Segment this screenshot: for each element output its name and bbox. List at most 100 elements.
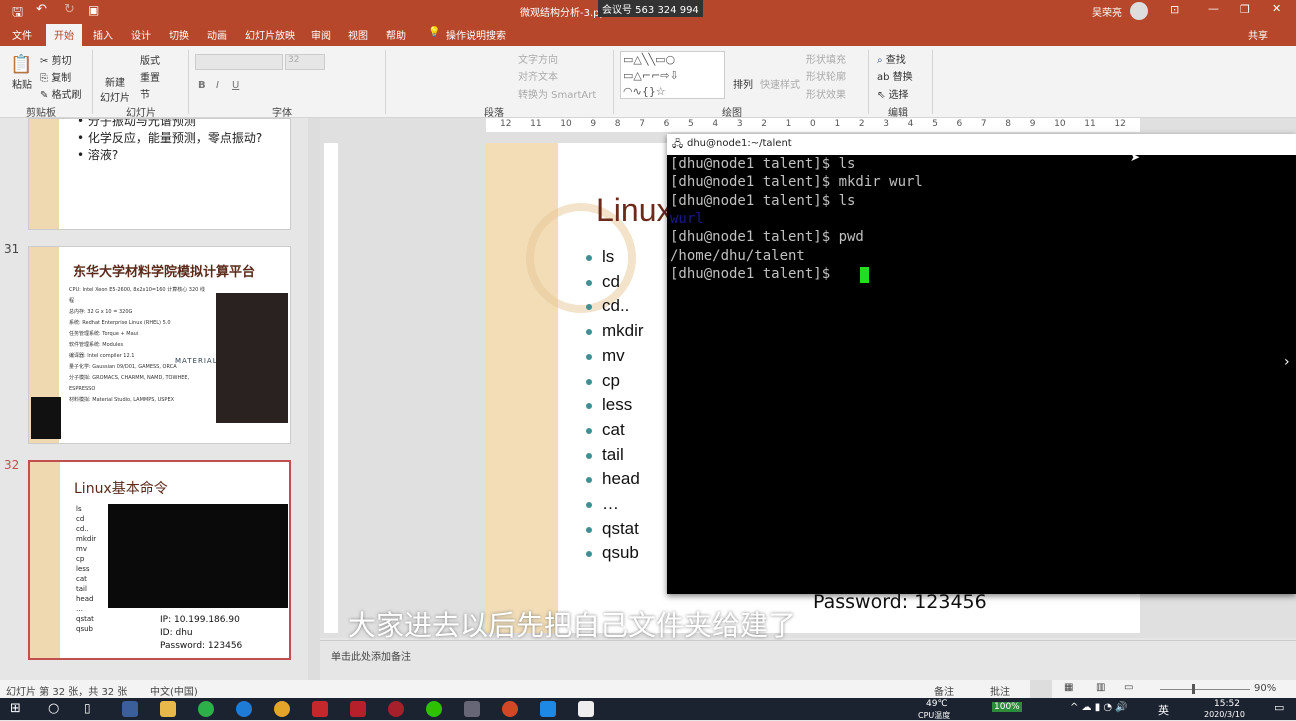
ime-indicator[interactable]: 英 xyxy=(1158,702,1169,718)
password-text[interactable]: Password: 123456 xyxy=(813,591,987,613)
chrome-icon[interactable] xyxy=(274,701,290,717)
slide-thumbnail-32-selected[interactable]: Linux基本命令 ls cd cd.. mkdir mv cp less cat tail he… xyxy=(28,460,291,660)
slide-bullet[interactable]: cd xyxy=(586,272,620,292)
italic-button[interactable]: I xyxy=(216,80,219,91)
underline-button[interactable]: U xyxy=(232,80,239,91)
tab-transitions[interactable]: 切换 xyxy=(169,27,189,42)
shape-fill-button[interactable]: 形状填充 xyxy=(806,51,846,66)
close-button[interactable]: ✕ xyxy=(1272,2,1281,15)
cut-button[interactable]: ✂ 剪切 xyxy=(40,52,72,67)
share-button[interactable]: 共享 xyxy=(1248,27,1268,42)
slideshow-button[interactable]: ▭ xyxy=(1124,682,1133,693)
arrange-button[interactable]: 排列 xyxy=(733,76,753,91)
slide-bullet[interactable]: qstat xyxy=(586,519,639,539)
slide-thumbnail-30[interactable]: • 分子振动与光谱预测 • 化学反应，能量预测，零点振动? • 溶液? xyxy=(28,118,291,230)
slide-sorter-button[interactable]: ▦ xyxy=(1064,682,1073,693)
slide-bullet[interactable]: mv xyxy=(586,346,625,366)
slide-bullet[interactable]: ls xyxy=(585,247,614,267)
search-icon[interactable]: ○ xyxy=(48,701,59,716)
comments-button[interactable]: 批注 xyxy=(990,683,1010,698)
shape-effects-button[interactable]: 形状效果 xyxy=(806,86,846,101)
select-button[interactable]: ⇖ 选择 xyxy=(877,86,909,101)
notes-placeholder[interactable]: 单击此处添加备注 xyxy=(331,648,411,663)
wechat-icon[interactable] xyxy=(426,701,442,717)
slide-bullet[interactable]: cd.. xyxy=(585,296,629,316)
avatar[interactable] xyxy=(1130,2,1148,20)
align-text-button[interactable]: 对齐文本 xyxy=(518,68,558,83)
shape-outline-button[interactable]: 形状轮廓 xyxy=(806,68,846,83)
ribbon-display-icon[interactable]: ⊡ xyxy=(1170,3,1179,16)
tell-me-search[interactable]: 操作说明搜索 xyxy=(446,27,506,42)
new-slide-button[interactable]: 新建 幻灯片 xyxy=(100,74,130,104)
reading-view-button[interactable]: ▥ xyxy=(1096,682,1105,693)
thumbnail-scrollbar[interactable] xyxy=(308,118,320,680)
network-app-icon[interactable] xyxy=(122,701,138,717)
replace-button[interactable]: ab 替换 xyxy=(877,68,913,83)
powerpoint-icon[interactable] xyxy=(502,701,518,717)
language[interactable]: 中文(中国) xyxy=(150,683,198,698)
maximize-button[interactable]: ❐ xyxy=(1240,3,1250,16)
notes-pane[interactable]: 单击此处添加备注 xyxy=(320,640,1296,672)
tab-home[interactable]: 开始 xyxy=(46,24,82,46)
notes-button[interactable]: 备注 xyxy=(934,683,954,698)
undo-icon[interactable]: ↶ xyxy=(36,2,47,17)
battery-indicator[interactable]: 100% xyxy=(992,702,1022,712)
shapes-gallery[interactable]: ▭△╲╲▭○ ▭△⌐⌐⇨⇩ ◠∿{}☆ xyxy=(620,51,725,99)
file-explorer-icon[interactable] xyxy=(160,701,176,717)
tab-slideshow[interactable]: 幻灯片放映 xyxy=(245,27,295,42)
slide-thumbnail-31[interactable]: 东华大学材料学院模拟计算平台 CPU: Intel Xeon E5-2600, … xyxy=(28,246,291,444)
paste-button[interactable]: 粘贴 xyxy=(12,76,32,91)
app-gray-icon[interactable] xyxy=(464,701,480,717)
present-icon[interactable]: ▣ xyxy=(88,3,99,17)
slide-bullet[interactable]: cat xyxy=(586,420,625,440)
app-blue-icon[interactable] xyxy=(540,701,556,717)
windows-start-icon[interactable]: ⊞ xyxy=(10,701,21,716)
tab-help[interactable]: 帮助 xyxy=(386,27,406,42)
text-direction-button[interactable]: 文字方向 xyxy=(518,51,558,66)
reset-button[interactable]: 重置 xyxy=(140,69,160,84)
next-arrow-icon[interactable]: › xyxy=(1284,354,1290,370)
app-green-icon[interactable] xyxy=(198,701,214,717)
smartart-button[interactable]: 转换为 SmartArt xyxy=(518,86,596,101)
slide-bullet[interactable]: less xyxy=(585,395,632,415)
paste-icon[interactable]: 📋 xyxy=(10,54,32,75)
redo-icon[interactable]: ↻ xyxy=(64,2,75,17)
font-size-select[interactable]: 32 xyxy=(285,54,325,70)
slide-bullet[interactable]: qsub xyxy=(586,543,639,563)
normal-view-button[interactable] xyxy=(1030,680,1052,698)
tab-view[interactable]: 视图 xyxy=(348,27,368,42)
clock-time[interactable]: 15:52 xyxy=(1214,699,1240,709)
slide-thumbnail-panel[interactable]: • 分子振动与光谱预测 • 化学反应，能量预测，零点振动? • 溶液? 31 东… xyxy=(0,118,320,680)
zoom-slider[interactable] xyxy=(1160,689,1250,690)
terminal-title-bar[interactable]: 🖧 dhu@node1:~/talent xyxy=(667,134,1296,155)
app-white-icon[interactable] xyxy=(578,701,594,717)
slide-bullet[interactable]: … xyxy=(586,494,619,514)
app-red-icon[interactable] xyxy=(312,701,328,717)
edge-icon[interactable] xyxy=(236,701,252,717)
slide-bullet[interactable]: cp xyxy=(586,371,620,391)
section-button[interactable]: 节 xyxy=(140,86,150,101)
tab-file[interactable]: 文件 xyxy=(12,27,32,42)
find-button[interactable]: ⌕ 查找 xyxy=(877,51,906,66)
tab-review[interactable]: 审阅 xyxy=(311,27,331,42)
quick-styles-button[interactable]: 快速样式 xyxy=(760,76,800,91)
filezilla-icon[interactable] xyxy=(350,701,366,717)
terminal-window[interactable]: 🖧 dhu@node1:~/talent [dhu@node1 talent]$… xyxy=(667,134,1296,594)
zoom-level[interactable]: 90% xyxy=(1254,683,1276,694)
clock-date[interactable]: 2020/3/10 xyxy=(1204,710,1245,719)
layout-button[interactable]: 版式 xyxy=(140,52,160,67)
app-red2-icon[interactable] xyxy=(388,701,404,717)
slide-bullet[interactable]: mkdir xyxy=(586,321,644,341)
tab-animations[interactable]: 动画 xyxy=(207,27,227,42)
slide-bullet[interactable]: tail xyxy=(586,445,624,465)
task-view-icon[interactable]: ▯ xyxy=(84,701,91,715)
format-painter-button[interactable]: ✎ 格式刷 xyxy=(40,86,82,101)
tray-icons[interactable]: ^ ☁ ▮ ◔ 🔊 xyxy=(1070,702,1128,713)
user-name[interactable]: 吴荣亮 xyxy=(1092,4,1122,19)
font-name-select[interactable] xyxy=(195,54,283,70)
tab-design[interactable]: 设计 xyxy=(131,27,151,42)
bold-button[interactable]: B xyxy=(198,80,206,91)
notification-icon[interactable]: ▭ xyxy=(1274,701,1284,714)
tab-insert[interactable]: 插入 xyxy=(93,27,113,42)
minimize-button[interactable]: — xyxy=(1208,2,1219,15)
